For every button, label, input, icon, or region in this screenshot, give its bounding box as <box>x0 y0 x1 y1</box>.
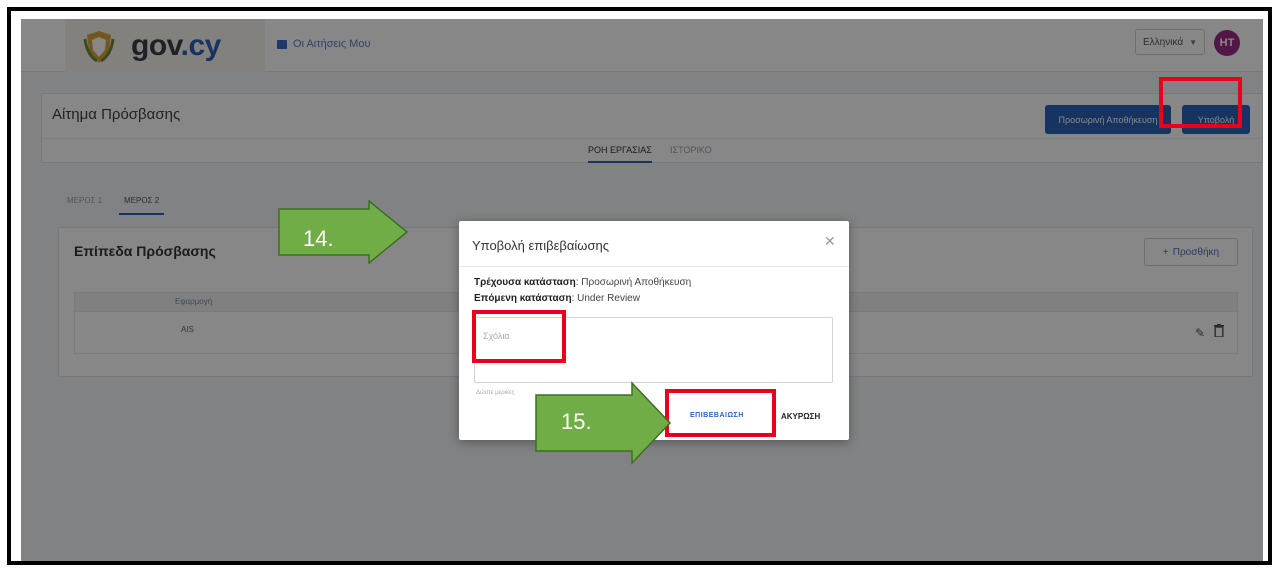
next-state-line: Επόμενη κατάσταση: Under Review <box>474 293 640 304</box>
next-state-label: Επόμενη κατάσταση <box>474 293 572 304</box>
current-state-value: : Προσωρινή Αποθήκευση <box>575 277 692 288</box>
current-state-label: Τρέχουσα κατάσταση <box>474 277 576 288</box>
step-15-label: 15. <box>561 409 592 434</box>
step-14-arrow-callout <box>278 199 409 265</box>
application-window: gov.cy Οι Αιτήσεις Μου Ελληνικά ▼ HT Αίτ… <box>21 19 1263 561</box>
step-15-arrow-callout <box>535 381 672 465</box>
next-state-value: : Under Review <box>571 293 640 304</box>
comments-highlight <box>472 310 566 363</box>
submit-button-highlight <box>1159 77 1242 128</box>
confirm-button-highlight <box>665 389 776 437</box>
cancel-button[interactable]: ΑΚΥΡΩΣΗ <box>781 412 820 421</box>
step-14-label: 14. <box>303 226 334 251</box>
comments-hint: Δώστε μερικές <box>476 390 515 396</box>
dialog-divider <box>459 266 849 267</box>
current-state-line: Τρέχουσα κατάσταση: Προσωρινή Αποθήκευση <box>474 277 691 288</box>
close-icon[interactable]: ✕ <box>824 233 836 250</box>
dialog-title: Υποβολή επιβεβαίωσης <box>472 238 609 253</box>
screenshot-frame: gov.cy Οι Αιτήσεις Μου Ελληνικά ▼ HT Αίτ… <box>7 7 1272 565</box>
